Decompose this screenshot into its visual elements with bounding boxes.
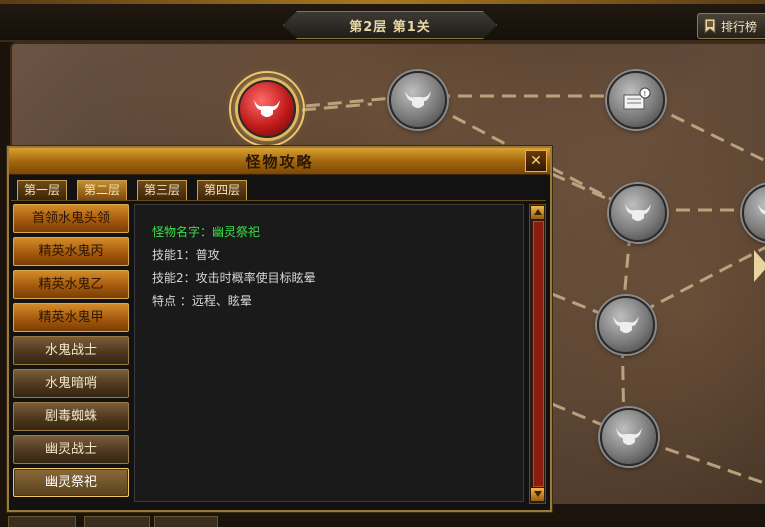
- ranking-label: 排行榜: [721, 19, 758, 34]
- panel-title: 怪物攻略: [245, 152, 314, 171]
- scroll-down-button[interactable]: [531, 488, 544, 501]
- tab-floor-1[interactable]: 第一层: [17, 180, 67, 201]
- bull-head-icon: [254, 100, 280, 117]
- next-page-arrow-icon[interactable]: [754, 250, 765, 282]
- tab-floor-3[interactable]: 第三层: [137, 180, 187, 201]
- bull-head-icon: [405, 91, 431, 108]
- close-button[interactable]: ✕: [525, 150, 547, 172]
- top-bar: 第2层 第1关 排行榜: [0, 0, 765, 42]
- bull-head-icon: [613, 316, 639, 333]
- monster-list-item[interactable]: 剧毒蜘蛛: [13, 402, 129, 431]
- monster-list-item[interactable]: 水鬼战士: [13, 336, 129, 365]
- panel-header: 怪物攻略 ✕: [9, 148, 550, 175]
- skill-2-line: 技能2：攻击时概率使目标眩晕: [152, 271, 316, 285]
- scroll-track[interactable]: [533, 221, 544, 487]
- scroll-icon: !: [623, 87, 651, 110]
- detail-scrollbar[interactable]: [529, 204, 546, 504]
- monster-guide-panel: 怪物攻略 ✕ 第一层 第二层 第三层 第四层 首领水鬼头领 精英水鬼丙 精英水鬼…: [7, 146, 552, 512]
- monster-list-item[interactable]: 首领水鬼头领: [13, 204, 129, 233]
- ranking-banner-icon: [704, 18, 716, 34]
- monster-name-line: 怪物名字：幽灵祭祀: [152, 225, 261, 239]
- scroll-node[interactable]: !: [607, 71, 665, 129]
- monster-list-item-selected[interactable]: 幽灵祭祀: [13, 468, 129, 497]
- trait-line: 特点 ：远程、眩晕: [152, 294, 252, 308]
- bull-head-icon: [625, 204, 651, 221]
- monster-list-item[interactable]: 精英水鬼丙: [13, 237, 129, 266]
- monster-detail: 怪物名字：幽灵祭祀 技能1：普攻 技能2：攻击时概率使目标眩晕 特点 ：远程、眩…: [134, 204, 524, 502]
- scroll-up-button[interactable]: [531, 206, 544, 219]
- top-border: [0, 0, 765, 4]
- arrow-down-icon: [533, 491, 542, 497]
- bull-head-icon: [758, 204, 765, 218]
- tab-divider: [11, 200, 546, 201]
- level-title: 第2层 第1关: [283, 11, 497, 39]
- arrow-up-icon: [533, 209, 542, 215]
- monster-list-item[interactable]: 幽灵战士: [13, 435, 129, 464]
- skill-1-line: 技能1：普攻: [152, 248, 220, 262]
- monster-list-item[interactable]: 水鬼暗哨: [13, 369, 129, 398]
- monster-list-item[interactable]: 精英水鬼甲: [13, 303, 129, 332]
- monster-node-3[interactable]: [609, 184, 667, 242]
- monster-node-5[interactable]: [597, 296, 655, 354]
- monster-node-2[interactable]: [389, 71, 447, 129]
- svg-text:!: !: [644, 90, 647, 98]
- ranking-button[interactable]: 排行榜: [697, 13, 765, 39]
- monster-node-6[interactable]: [600, 408, 658, 466]
- tab-floor-2[interactable]: 第二层: [77, 180, 127, 201]
- monster-node-1[interactable]: [238, 80, 296, 138]
- bull-head-icon: [616, 428, 642, 445]
- tab-floor-4[interactable]: 第四层: [197, 180, 247, 201]
- monster-list-item[interactable]: 精英水鬼乙: [13, 270, 129, 299]
